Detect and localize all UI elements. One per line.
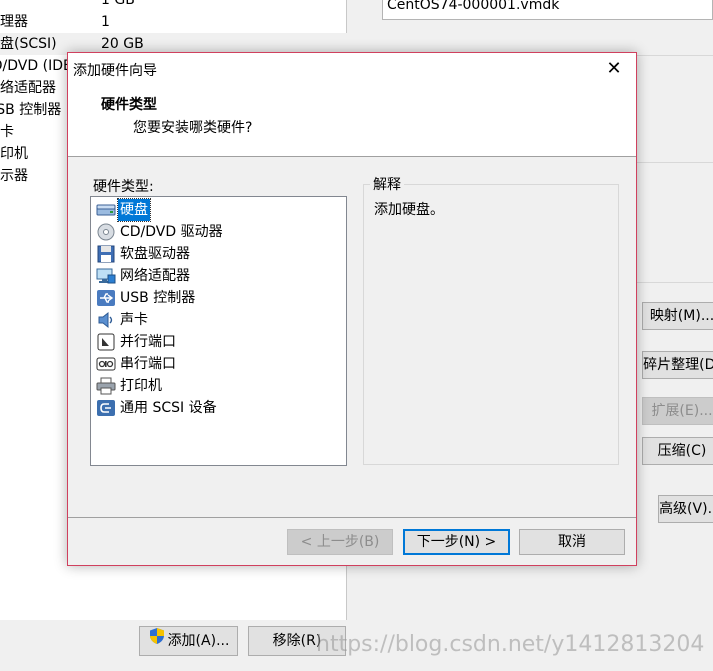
item-label: 并行端口 <box>120 334 176 350</box>
item-label: USB 控制器 <box>120 290 196 306</box>
scsi-device-icon <box>96 399 116 417</box>
step-title: 硬件类型 <box>101 97 157 113</box>
network-adapter-icon <box>96 267 116 285</box>
cancel-button[interactable]: 取消 <box>519 529 625 555</box>
device-name: 打印机 <box>0 146 28 162</box>
expand-button[interactable]: 扩展(E)... <box>642 397 713 425</box>
step-subtitle: 您要安装哪类硬件? <box>133 120 253 136</box>
defrag-button[interactable]: 碎片整理(D) <box>642 351 713 379</box>
item-label: 通用 SCSI 设备 <box>120 400 217 416</box>
hardware-type-list[interactable]: 硬盘 CD/DVD 驱动器 软盘驱动器 网络适配器 USB 控制器 声卡 并行端… <box>90 196 347 466</box>
device-summary: 1 <box>101 14 110 30</box>
sound-card-icon <box>96 311 116 329</box>
advanced-button[interactable]: 高级(V)... <box>658 495 713 523</box>
device-name: 处理器 <box>0 14 28 30</box>
uac-shield-icon <box>148 627 166 655</box>
compact-button[interactable]: 压缩(C) <box>642 437 713 465</box>
device-row-processor[interactable]: 处理器 1 <box>0 11 347 33</box>
usb-icon <box>96 289 116 307</box>
cd-dvd-icon <box>96 223 116 241</box>
floppy-icon <box>96 245 116 263</box>
next-button[interactable]: 下一步(N) > <box>403 529 510 555</box>
device-name: 硬盘(SCSI) <box>0 36 57 52</box>
hardware-type-label: 硬件类型: <box>93 179 154 195</box>
close-icon[interactable]: ✕ <box>600 55 628 83</box>
device-row-memory[interactable]: 内存 1 GB <box>0 0 347 11</box>
add-hardware-wizard: 添加硬件向导 ✕ 硬件类型 您要安装哪类硬件? 硬件类型: 硬盘 CD/DVD … <box>67 52 637 566</box>
divider <box>637 282 713 283</box>
device-name: CD/DVD (IDE) <box>0 58 78 74</box>
disk-file-field[interactable]: CentOS74-000001.vmdk <box>382 0 713 20</box>
device-name: 显示器 <box>0 168 28 184</box>
serial-port-icon <box>96 355 116 373</box>
item-label: 串行端口 <box>120 356 176 372</box>
explanation-group: 解释 添加硬盘。 <box>363 174 619 465</box>
explanation-text: 添加硬盘。 <box>374 202 444 218</box>
device-name: 网络适配器 <box>0 80 56 96</box>
item-label: 软盘驱动器 <box>120 246 190 262</box>
device-name: USB 控制器 <box>0 102 62 118</box>
item-label: 声卡 <box>120 312 148 328</box>
dialog-title: 添加硬件向导 <box>73 63 157 79</box>
divider <box>637 162 713 163</box>
wizard-header: 硬件类型 您要安装哪类硬件? <box>68 85 636 157</box>
item-label: 网络适配器 <box>120 268 190 284</box>
hard-disk-icon <box>96 201 116 219</box>
device-summary: 1 GB <box>101 0 135 8</box>
item-label: CD/DVD 驱动器 <box>120 224 223 240</box>
watermark-text: https://blog.csdn.net/y1412813204 <box>316 632 705 657</box>
parallel-port-icon <box>96 333 116 351</box>
map-button[interactable]: 映射(M)... <box>642 302 713 330</box>
add-hardware-button[interactable]: 添加(A)... <box>139 626 238 656</box>
dialog-titlebar: 添加硬件向导 ✕ <box>68 53 636 85</box>
device-name: 声卡 <box>0 124 14 140</box>
explanation-title: 解释 <box>370 174 404 194</box>
back-button[interactable]: < 上一步(B) <box>287 529 393 555</box>
footer-divider <box>68 517 636 518</box>
item-label: 打印机 <box>120 378 162 394</box>
printer-icon <box>96 377 116 395</box>
add-label: 添加(A)... <box>167 633 230 649</box>
item-label: 硬盘 <box>117 198 151 222</box>
